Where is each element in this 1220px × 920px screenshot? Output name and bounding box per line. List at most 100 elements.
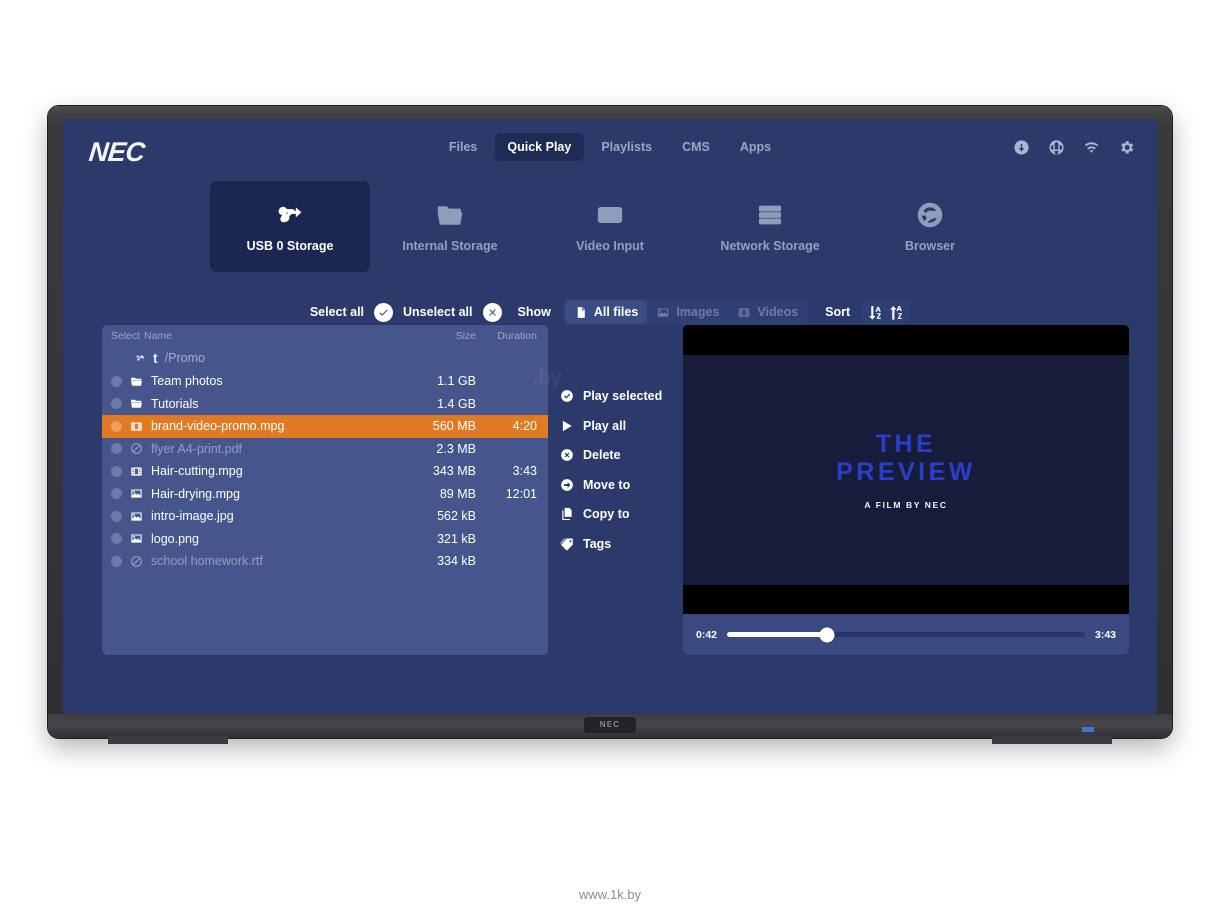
monitor-frame: NEC FilesQuick PlayPlaylistsCMSApps [48, 106, 1172, 744]
video-title-line1: THE [875, 430, 937, 458]
folder-icon [129, 397, 144, 410]
stand-right [992, 736, 1112, 744]
row-file-name: intro-image.jpg [151, 509, 234, 524]
filter-label: All files [593, 305, 639, 319]
nec-logo: NEC [87, 137, 147, 167]
progress-handle[interactable] [819, 627, 835, 642]
row-file-duration: 3:43 [512, 464, 537, 479]
action-move-to[interactable]: Move to [560, 478, 662, 492]
action-label: Delete [583, 448, 621, 462]
table-row[interactable]: Tutorials 1.4 GB [102, 393, 548, 416]
select-all-button[interactable] [374, 302, 394, 322]
column-header-size: Size [455, 329, 476, 342]
download-icon[interactable] [1013, 139, 1030, 156]
table-row[interactable]: Hair-cutting.mpg 343 MB 3:43 [102, 460, 548, 483]
row-file-duration: 12:01 [505, 486, 537, 501]
nav-tab-files[interactable]: Files [436, 133, 491, 161]
source-tile-internal-storage[interactable]: Internal Storage [370, 181, 530, 272]
column-header-name: Name [144, 329, 173, 342]
nav-tab-quick-play[interactable]: Quick Play [494, 133, 585, 161]
x-circle-icon [560, 448, 574, 462]
video-preview-panel: THE PREVIEW A FILM BY NEC 0:42 3:43 [683, 325, 1129, 655]
row-file-size: 1.4 GB [437, 396, 476, 411]
filter-label: Images [676, 305, 720, 319]
row-select-checkbox[interactable] [111, 398, 122, 410]
wifi-icon[interactable] [1083, 139, 1100, 156]
table-row[interactable]: Team photos 1.1 GB [102, 370, 548, 393]
row-file-size: 321 kB [437, 531, 476, 546]
film-icon [129, 465, 144, 478]
action-copy-to[interactable]: Copy to [560, 507, 662, 521]
table-row[interactable]: intro-image.jpg 562 kB [102, 505, 548, 528]
filter-images[interactable]: Images [647, 301, 728, 323]
table-row[interactable]: school homework.rtf 334 kB [102, 550, 548, 573]
table-row[interactable]: Hair-drying.mpg 89 MB 12:01 [102, 483, 548, 506]
quick-play-app: NEC FilesQuick PlayPlaylistsCMSApps [63, 119, 1157, 714]
row-file-name: flyer A4-print.pdf [151, 441, 243, 456]
source-tile-browser[interactable]: Browser [850, 181, 1010, 272]
sort-ascending-az-button[interactable] [888, 304, 905, 321]
filter-all-files[interactable]: All files [564, 301, 648, 323]
row-file-duration: 4:20 [512, 419, 537, 434]
row-select-checkbox[interactable] [111, 533, 122, 545]
row-file-name: brand-video-promo.mpg [151, 419, 285, 434]
document-icon [574, 306, 588, 319]
parent-directory-icon[interactable]: t [153, 350, 158, 366]
file-toolbar: Select all Unselect all Show All files Im… [63, 297, 1157, 327]
action-menu: Play selected Play all Delete Move to Copy t… [560, 389, 662, 551]
breadcrumb-row[interactable]: t /Promo [102, 346, 548, 370]
action-label: Play selected [583, 389, 663, 403]
row-file-name: Tutorials [151, 396, 199, 411]
row-select-checkbox[interactable] [111, 443, 122, 455]
bottom-bezel: NEC [48, 714, 1172, 738]
row-select-checkbox[interactable] [111, 555, 122, 567]
browser-icon [913, 201, 947, 229]
elapsed-time: 0:42 [696, 628, 718, 641]
row-select-checkbox[interactable] [111, 420, 122, 432]
filter-videos[interactable]: Videos [728, 301, 807, 323]
row-file-size: 560 MB [432, 419, 476, 434]
table-row[interactable]: flyer A4-print.pdf 2.3 MB [102, 438, 548, 461]
gear-icon[interactable] [1118, 139, 1135, 156]
file-filter-group: All files Images Videos [562, 299, 810, 325]
row-file-name: logo.png [151, 531, 199, 546]
video-title-line2: PREVIEW [836, 458, 976, 486]
action-tags[interactable]: Tags [560, 537, 662, 551]
progress-track[interactable] [727, 627, 1085, 642]
source-tile-label: Browser [904, 238, 956, 253]
row-select-checkbox[interactable] [111, 488, 122, 500]
image-icon [656, 306, 670, 319]
row-select-checkbox[interactable] [111, 510, 122, 522]
table-row[interactable]: logo.png 321 kB [102, 528, 548, 551]
sort-label: Sort [825, 305, 851, 319]
action-play-selected[interactable]: Play selected [560, 389, 662, 403]
playback-scrubber: 0:42 3:43 [683, 614, 1129, 655]
source-tile-usb-0-storage[interactable]: USB 0 Storage [210, 181, 370, 272]
globe-icon[interactable] [1048, 139, 1065, 156]
nav-tab-playlists[interactable]: Playlists [588, 133, 665, 161]
sort-descending-az-button[interactable] [867, 304, 884, 321]
video-surface[interactable]: THE PREVIEW A FILM BY NEC [683, 325, 1129, 614]
action-label: Tags [583, 536, 612, 551]
row-select-checkbox[interactable] [111, 465, 122, 477]
source-tile-network-storage[interactable]: Network Storage [690, 181, 850, 272]
nav-tab-apps[interactable]: Apps [727, 133, 784, 161]
system-icons [1013, 139, 1135, 156]
row-select-checkbox[interactable] [111, 375, 122, 387]
nav-tab-cms[interactable]: CMS [669, 133, 723, 161]
row-file-name: Hair-cutting.mpg [151, 464, 243, 479]
row-file-size: 562 kB [437, 509, 476, 524]
progress-fill [727, 632, 828, 637]
action-delete[interactable]: Delete [560, 448, 662, 462]
row-file-size: 334 kB [437, 554, 476, 569]
select-all-label: Select all [309, 305, 365, 319]
action-play-all[interactable]: Play all [560, 419, 662, 433]
image-icon [129, 510, 144, 523]
table-row[interactable]: brand-video-promo.mpg 560 MB 4:20 [102, 415, 548, 438]
play-icon [560, 419, 574, 433]
show-label: Show [517, 305, 551, 319]
source-tile-video-input[interactable]: Video Input [530, 181, 690, 272]
row-file-name: Team photos [151, 374, 223, 389]
unselect-all-button[interactable] [482, 302, 502, 322]
unselect-all-label: Unselect all [403, 305, 473, 319]
